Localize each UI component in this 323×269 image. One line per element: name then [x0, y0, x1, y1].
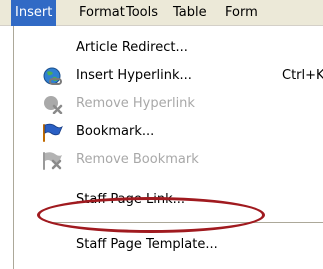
- menu-item-label: Remove Bookmark: [76, 152, 199, 167]
- menu-item-remove-bookmark[interactable]: Remove Bookmark: [14, 146, 323, 174]
- menu-item-remove-hyperlink[interactable]: Remove Hyperlink: [14, 90, 323, 118]
- menu-item-staff-page-template[interactable]: Staff Page Template...: [14, 231, 323, 259]
- menu-item-label: Staff Page Template...: [76, 237, 218, 252]
- menu-item-insert-hyperlink[interactable]: Insert Hyperlink... Ctrl+K: [14, 62, 323, 90]
- menu-tools[interactable]: Tools: [126, 0, 158, 26]
- menubar: Insert Format Tools Table Form: [0, 0, 323, 26]
- menu-item-label: Insert Hyperlink...: [76, 68, 192, 83]
- menu-separator: [48, 222, 323, 223]
- shortcut-label: Ctrl+K: [282, 68, 323, 83]
- menu-item-bookmark[interactable]: Bookmark...: [14, 118, 323, 146]
- menu-item-article-redirect[interactable]: Article Redirect...: [14, 34, 323, 62]
- menu-format[interactable]: Format: [79, 0, 125, 26]
- globe-link-icon: [41, 66, 63, 86]
- bookmark-flag-icon: [41, 122, 63, 142]
- remove-bookmark-icon: [41, 150, 63, 170]
- remove-link-icon: [41, 94, 63, 115]
- menu-insert[interactable]: Insert: [11, 0, 57, 26]
- menu-item-staff-page-link[interactable]: Staff Page Link...: [14, 186, 323, 214]
- insert-dropdown-menu: Article Redirect... Insert Hyperlink... …: [13, 26, 323, 269]
- menu-item-label: Staff Page Link...: [76, 192, 186, 207]
- menu-table[interactable]: Table: [173, 0, 207, 26]
- menu-item-label: Remove Hyperlink: [76, 96, 195, 111]
- menu-item-label: Article Redirect...: [76, 40, 188, 55]
- menu-item-label: Bookmark...: [76, 124, 155, 139]
- screen: Insert Format Tools Table Form Article R…: [0, 0, 323, 269]
- menu-form[interactable]: Form: [225, 0, 258, 26]
